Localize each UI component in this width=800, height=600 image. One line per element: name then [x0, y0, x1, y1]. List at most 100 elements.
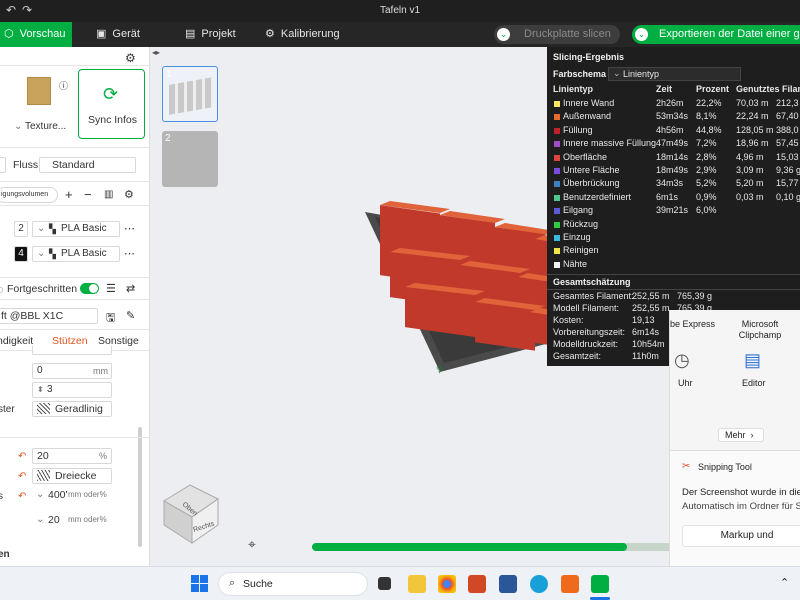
bambu-logo-icon: ▚ [49, 249, 56, 259]
more-options-icon[interactable]: ⋯ [124, 247, 135, 260]
markup-button-label: Markup und [720, 530, 774, 541]
filament-index-2[interactable]: 2 [14, 221, 28, 237]
chevron-down-icon: ⌄ [613, 68, 621, 78]
result-cell-extra: 9,36 g [776, 165, 800, 175]
more-button[interactable]: Mehr › [718, 428, 764, 442]
remove-icon[interactable]: − [84, 187, 92, 202]
result-row: Innere massive Füllung 47m49s 7,2% 18,96 m 5… [547, 137, 800, 150]
stepper-field-top[interactable] [32, 345, 112, 355]
tab-speed[interactable]: ndigkeit [0, 335, 33, 347]
bambu-studio-icon[interactable] [591, 575, 609, 593]
export-dropdown-icon[interactable]: ⌄ [635, 28, 648, 41]
reset-icon[interactable]: ↶ [18, 471, 26, 482]
toast-app-name: Snipping Tool [698, 462, 752, 472]
fit-view-icon[interactable]: ⌖ [248, 536, 256, 553]
result-cell-time: 39m21s [656, 205, 689, 216]
row-label: s [0, 491, 3, 502]
slice-plate-button[interactable]: ⌄ Druckplatte slicen [494, 25, 620, 44]
scheme-select[interactable]: ⌄ Linientyp [608, 67, 741, 81]
app-adobe-express[interactable]: be Express [670, 319, 715, 329]
project-icon: ▤ [185, 28, 196, 40]
settings-gear-icon[interactable]: ⚙ [125, 51, 136, 65]
filament-select-1[interactable]: ⌄ ▚ PLA Basic [32, 221, 120, 237]
flow-select[interactable]: Standard [39, 157, 136, 173]
volume-button[interactable]: igungsvolumen [0, 187, 58, 203]
palette-icon[interactable]: ▥ [104, 189, 113, 200]
filament-select-2[interactable]: ⌄ ▚ PLA Basic [32, 246, 120, 262]
estimate-cell-v1: 252,55 m [632, 303, 670, 313]
sync-icon: ⟳ [103, 84, 119, 104]
result-cell-used: 0,03 m [736, 191, 764, 202]
search-icon: ⌕ [229, 577, 236, 589]
density-field[interactable]: 20 % [32, 448, 112, 464]
stepper-arrows-icon[interactable]: ⬍ [37, 385, 44, 394]
filament-index-4[interactable]: 4 [14, 246, 28, 262]
toast-message: Der Screenshot wurde in die [682, 487, 800, 498]
result-cell-name: Einzug [563, 232, 591, 242]
sync-info-button[interactable]: ⟳ Sync Infos [78, 69, 145, 139]
windows-start-icon[interactable] [191, 575, 208, 592]
tab-project-label: Projekt [201, 28, 236, 40]
result-cell-used: 3,09 m [736, 165, 764, 175]
filament-card[interactable]: ⓘ ⌄ Texture... [14, 71, 72, 137]
compare-icon[interactable]: ⇄ [126, 282, 135, 295]
threshold-field[interactable]: ⌄ 400' mm oder% [32, 488, 112, 504]
save-icon[interactable]: 🖫 [106, 309, 115, 328]
file-explorer-icon[interactable] [408, 575, 426, 593]
chevron-down-icon: ⌄ [37, 223, 46, 234]
tab-project[interactable]: ▤ Projekt [185, 22, 236, 47]
reset-icon[interactable]: ↶ [18, 451, 26, 462]
shape-select[interactable]: Dreiecke [32, 468, 112, 484]
chevron-up-icon[interactable]: ⌃ [780, 576, 789, 589]
reset-icon[interactable]: ↶ [18, 491, 26, 502]
app-clipchamp[interactable]: Microsoft Clipchamp [730, 319, 790, 341]
left-field-stub[interactable] [0, 157, 6, 173]
advanced-toggle[interactable] [80, 283, 99, 294]
info-icon[interactable]: ⓘ [59, 79, 68, 92]
tab-calibration[interactable]: ⚙ Kalibrierung [265, 22, 340, 47]
flow-value: Standard [52, 159, 95, 171]
add-icon[interactable]: + [65, 187, 73, 202]
view-cube[interactable]: Oben Rechts [156, 473, 228, 545]
edit-icon[interactable]: ✎ [126, 309, 135, 322]
task-view-icon[interactable] [378, 577, 391, 590]
result-cell-time: 2h26m [656, 98, 684, 108]
more-options-icon[interactable]: ⋯ [124, 222, 135, 235]
markup-button[interactable]: Markup und [682, 525, 800, 547]
process-profile-select[interactable]: ft @BBL X1C [0, 308, 98, 324]
slice-plate-label: Druckplatte slicen [524, 28, 611, 40]
export-button[interactable]: ⌄ Exportieren der Datei einer ge [632, 25, 800, 44]
sidebar-scrollbar[interactable] [138, 427, 142, 547]
tab-device[interactable]: ▣ Gerät [96, 22, 140, 47]
export-label: Exportieren der Datei einer ge [659, 28, 800, 40]
result-cell-extra: 0,10 g [776, 191, 800, 202]
result-cell-name: Benutzerdefiniert [563, 191, 632, 202]
powerpoint-icon[interactable] [468, 575, 486, 593]
z-distance-field[interactable]: 0 mm [32, 363, 112, 379]
printer-icon: ▣ [96, 28, 107, 40]
scheme-value: Linientyp [623, 69, 660, 79]
result-title: Slicing-Ergebnis [553, 52, 625, 62]
dropdown-icon[interactable]: ⌄ [497, 28, 510, 41]
estimate-cell-label: Vorbereitungszeit: [553, 327, 626, 337]
taskbar-search[interactable]: ⌕ Suche [218, 572, 368, 596]
app-orange-icon[interactable] [561, 575, 579, 593]
chrome-icon[interactable] [438, 575, 456, 593]
calibration-icon: ⚙ [265, 28, 275, 40]
triangles-pattern-icon [37, 470, 50, 481]
main-toolbar: ⬡ Vorschau ▣ Gerät ▤ Projekt ⚙ Kalibrierung … [0, 22, 800, 47]
tab-preview[interactable]: ⬡ Vorschau [0, 22, 72, 47]
filament-settings-icon[interactable]: ⚙ [124, 188, 134, 201]
clipchamp-icon[interactable] [530, 575, 548, 593]
color-swatch [554, 154, 560, 161]
estimate-cell-label: Modell Filament: [553, 303, 620, 313]
clock-icon[interactable]: ◷ [674, 350, 690, 371]
word-icon[interactable] [499, 575, 517, 593]
filament-card-label: Texture... [25, 121, 67, 132]
pattern-select[interactable]: Geradlinig [32, 401, 112, 417]
offset-field[interactable]: ⌄ 20 mm oder% [32, 513, 112, 529]
interface-layers-stepper[interactable]: ⬍ 3 [32, 382, 112, 398]
notepad-icon[interactable]: ▤ [744, 350, 761, 371]
result-cell-name: Überbrückung [563, 178, 620, 189]
list-icon[interactable]: ☰ [106, 282, 116, 295]
